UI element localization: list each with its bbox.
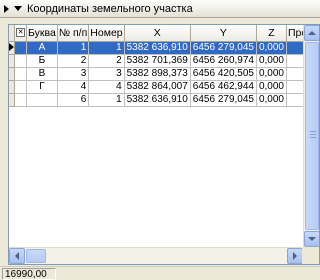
row-pointer-icon (9, 43, 14, 52)
scroll-down-button[interactable] (304, 231, 319, 247)
scroll-left-button[interactable] (9, 248, 25, 264)
cell-z[interactable]: 0,000 (256, 67, 288, 81)
scroll-up-button[interactable] (304, 25, 319, 41)
row-checkbox-cell[interactable] (14, 41, 27, 55)
row-checkbox-cell[interactable] (14, 80, 27, 94)
cell-letter[interactable] (26, 93, 58, 107)
scroll-right-button[interactable] (287, 248, 303, 264)
row-pointer[interactable] (9, 41, 15, 55)
row-checkbox-cell[interactable] (14, 93, 27, 107)
horizontal-scrollbar[interactable] (9, 247, 303, 264)
vertical-scroll-thumb[interactable] (305, 42, 319, 230)
table-row[interactable]: 6 1 5382 636,910 6456 279,045 0,000 (9, 93, 319, 107)
cell-y[interactable]: 6456 279,045 (190, 41, 257, 55)
grip-line (310, 131, 316, 132)
cell-num[interactable]: 6 (57, 93, 90, 107)
select-all-header[interactable]: ✕ (14, 25, 27, 42)
select-all-checkbox-icon[interactable]: ✕ (16, 28, 25, 38)
column-header-z[interactable]: Z (256, 25, 288, 42)
column-header-letter[interactable]: Буква (26, 25, 58, 42)
scrollbar-corner (302, 247, 319, 264)
cell-number[interactable]: 2 (88, 54, 125, 68)
cell-y[interactable]: 6456 420,505 (190, 67, 257, 81)
cell-number[interactable]: 1 (88, 41, 125, 55)
cell-x[interactable]: 5382 636,910 (124, 41, 191, 55)
cell-number[interactable]: 3 (88, 67, 125, 81)
cell-z[interactable]: 0,000 (256, 54, 288, 68)
status-bar: 16990,00 (0, 266, 320, 280)
coordinates-grid[interactable]: ✕ Буква № п/п Номер X Y Z Пром.Ц А 1 1 5… (8, 24, 320, 265)
horizontal-scroll-thumb[interactable] (26, 249, 46, 263)
collapse-arrow-icon[interactable] (14, 6, 22, 11)
cell-letter[interactable]: А (26, 41, 58, 55)
status-value: 16990,00 (2, 268, 56, 280)
cell-y[interactable]: 6456 260,974 (190, 54, 257, 68)
cell-letter[interactable]: Г (26, 80, 58, 94)
cell-x[interactable]: 5382 864,007 (124, 80, 191, 94)
cell-z[interactable]: 0,000 (256, 93, 288, 107)
cell-number[interactable]: 4 (88, 80, 125, 94)
cell-y[interactable]: 6456 279,045 (190, 93, 257, 107)
grip-line (310, 137, 316, 138)
arrow-left-icon (15, 252, 19, 260)
cell-letter[interactable]: В (26, 67, 58, 81)
column-header-number[interactable]: Номер (88, 25, 125, 42)
cell-num[interactable]: 3 (57, 67, 90, 81)
panel-header[interactable]: Координаты земельного участка (0, 0, 320, 18)
cell-letter[interactable]: Б (26, 54, 58, 68)
arrow-up-icon (308, 31, 316, 35)
table-row[interactable]: Б 2 2 5382 701,369 6456 260,974 0,000 (9, 54, 319, 68)
column-header-x[interactable]: X (124, 25, 191, 42)
expand-arrow-icon[interactable] (4, 4, 9, 13)
cell-num[interactable]: 4 (57, 80, 90, 94)
cell-z[interactable]: 0,000 (256, 80, 288, 94)
cell-y[interactable]: 6456 462,944 (190, 80, 257, 94)
column-header-y[interactable]: Y (190, 25, 257, 42)
cell-num[interactable]: 2 (57, 54, 90, 68)
cell-number[interactable]: 1 (88, 93, 125, 107)
cell-num[interactable]: 1 (57, 41, 90, 55)
cell-x[interactable]: 5382 898,373 (124, 67, 191, 81)
cell-z[interactable]: 0,000 (256, 41, 288, 55)
column-header-num[interactable]: № п/п (57, 25, 90, 42)
row-checkbox-cell[interactable] (14, 67, 27, 81)
cell-x[interactable]: 5382 701,369 (124, 54, 191, 68)
table-row[interactable]: Г 4 4 5382 864,007 6456 462,944 0,000 (9, 80, 319, 94)
row-checkbox-cell[interactable] (14, 54, 27, 68)
arrow-right-icon (293, 252, 297, 260)
arrow-down-icon (308, 237, 316, 241)
vertical-scrollbar[interactable] (303, 25, 319, 248)
table-row[interactable]: А 1 1 5382 636,910 6456 279,045 0,000 (9, 41, 319, 55)
header-row: ✕ Буква № п/п Номер X Y Z Пром.Ц (9, 25, 319, 42)
grip-line (310, 134, 316, 135)
coordinates-table: ✕ Буква № п/п Номер X Y Z Пром.Ц А 1 1 5… (9, 25, 319, 107)
panel-title: Координаты земельного участка (27, 2, 193, 15)
cell-x[interactable]: 5382 636,910 (124, 93, 191, 107)
table-row[interactable]: В 3 3 5382 898,373 6456 420,505 0,000 (9, 67, 319, 81)
